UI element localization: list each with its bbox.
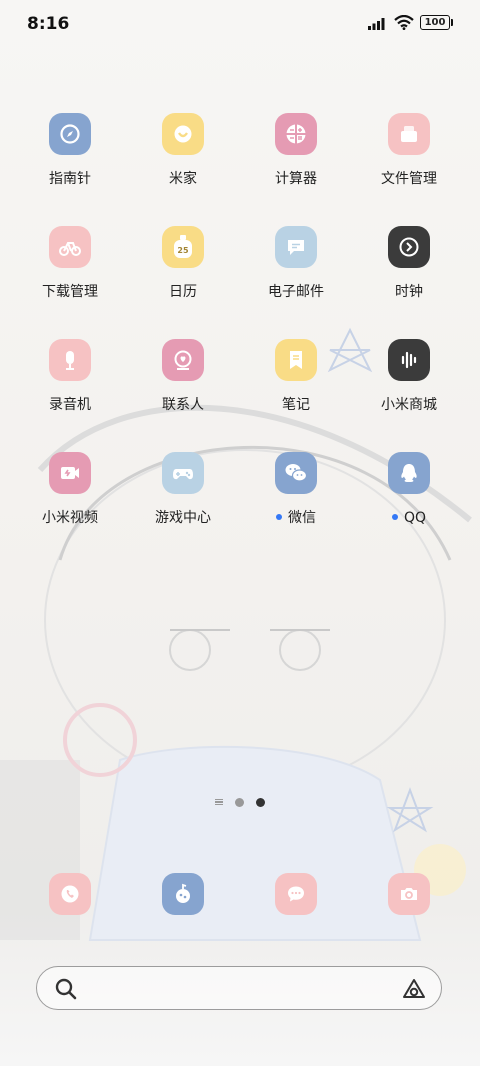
app-label: 游戏中心	[155, 510, 211, 526]
new-indicator-dot	[276, 514, 282, 520]
app-contacts[interactable]: 联系人	[127, 339, 239, 414]
app-label: 计算器	[275, 171, 317, 187]
calendar-icon: 25	[162, 226, 204, 268]
app-notes[interactable]: 笔记	[240, 339, 352, 414]
app-file-manager[interactable]: 文件管理	[353, 113, 465, 188]
app-label: 日历	[169, 284, 197, 300]
page-indicator[interactable]	[0, 796, 480, 808]
new-indicator-dot	[391, 514, 398, 520]
app-label: 小米商城	[381, 397, 437, 413]
dock-messages[interactable]	[240, 873, 352, 915]
dock-phone[interactable]	[14, 873, 126, 915]
status-icons: 100	[368, 15, 453, 30]
app-recorder[interactable]: 录音机	[14, 339, 126, 414]
minus-one-screen-icon[interactable]	[215, 798, 223, 806]
messages-icon	[275, 873, 317, 915]
app-label: 米家	[169, 171, 197, 187]
app-calendar[interactable]: 25 日历	[127, 226, 239, 301]
video-icon	[49, 452, 91, 494]
dock-browser[interactable]	[127, 873, 239, 915]
file-manager-icon	[388, 113, 430, 155]
app-label: 录音机	[49, 397, 91, 413]
app-game-center[interactable]: 游戏中心	[127, 452, 239, 527]
app-label: 指南针	[49, 171, 91, 187]
dock-camera[interactable]	[353, 873, 465, 915]
search-icon	[55, 978, 77, 1000]
notes-icon	[275, 339, 317, 381]
calendar-date: 25	[177, 246, 189, 255]
mijia-icon	[162, 113, 204, 155]
app-qq[interactable]: QQ	[353, 452, 465, 527]
search-input[interactable]	[91, 975, 395, 1003]
app-calculator[interactable]: 计算器	[240, 113, 352, 188]
app-download-manager[interactable]: 下载管理	[14, 226, 126, 301]
app-label: QQ	[353, 509, 465, 527]
email-icon	[275, 226, 317, 268]
app-mi-store[interactable]: 小米商城	[353, 339, 465, 414]
calculator-icon	[275, 113, 317, 155]
app-label: 时钟	[395, 284, 423, 300]
contacts-icon	[162, 339, 204, 381]
app-compass[interactable]: 指南针	[14, 113, 126, 188]
compass-icon	[49, 113, 91, 155]
page-dot-2-active[interactable]	[256, 797, 265, 807]
xiaoai-assistant-icon[interactable]	[401, 977, 427, 1001]
signal-icon	[368, 17, 385, 30]
mi-store-icon	[388, 339, 430, 381]
app-label: 笔记	[282, 397, 310, 413]
battery-icon: 100	[420, 15, 453, 30]
phone-icon	[49, 873, 91, 915]
browser-icon	[162, 873, 204, 915]
status-time: 8:16	[27, 14, 70, 34]
app-label: 联系人	[162, 397, 204, 413]
clock-icon	[388, 226, 430, 268]
app-label-text: QQ	[403, 510, 427, 526]
app-label-text: 微信	[288, 510, 316, 526]
app-clock[interactable]: 时钟	[353, 226, 465, 301]
app-label: 下载管理	[42, 284, 98, 300]
qq-icon	[388, 452, 430, 494]
app-label: 小米视频	[42, 510, 98, 526]
download-bike-icon	[49, 226, 91, 268]
wechat-icon	[275, 452, 317, 494]
app-email[interactable]: 电子邮件	[240, 226, 352, 301]
app-mi-video[interactable]: 小米视频	[14, 452, 126, 527]
app-label: 电子邮件	[268, 284, 324, 300]
app-mijia[interactable]: 米家	[127, 113, 239, 188]
app-label: 文件管理	[381, 171, 437, 187]
wifi-icon	[394, 15, 414, 30]
page-dot-1[interactable]	[235, 797, 244, 807]
game-center-icon	[162, 452, 204, 494]
recorder-icon	[49, 339, 91, 381]
app-label: 微信	[240, 509, 352, 527]
search-bar[interactable]	[36, 966, 442, 1010]
camera-icon	[388, 873, 430, 915]
status-bar: 8:16 100	[0, 0, 480, 50]
app-wechat[interactable]: 微信	[240, 452, 352, 527]
